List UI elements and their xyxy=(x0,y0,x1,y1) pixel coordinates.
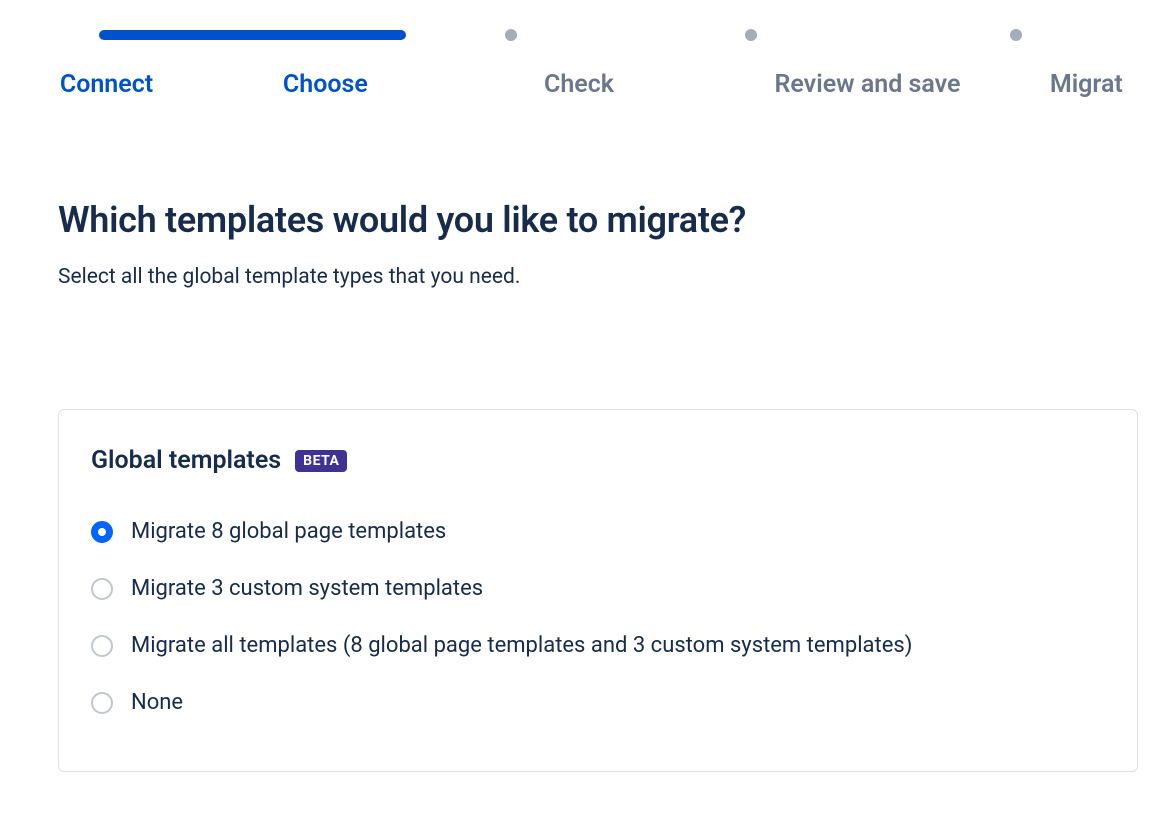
radio-icon xyxy=(91,692,113,714)
global-templates-card: Global templates BETA Migrate 8 global p… xyxy=(58,409,1138,772)
step-label-choose[interactable]: Choose xyxy=(201,70,450,99)
option-label: Migrate 3 custom system templates xyxy=(131,576,483,601)
step-dot-check xyxy=(505,29,517,41)
radio-icon xyxy=(91,521,113,543)
step-label-migrate[interactable]: Migrat xyxy=(1027,70,1146,99)
step-label-review[interactable]: Review and save xyxy=(708,70,1026,99)
radio-icon xyxy=(91,635,113,657)
progress-bar-active xyxy=(99,30,406,40)
page-subtitle: Select all the global template types tha… xyxy=(58,265,1080,289)
page-title: Which templates would you like to migrat… xyxy=(58,199,1080,241)
option-none[interactable]: None xyxy=(91,674,1105,731)
option-global-page-templates[interactable]: Migrate 8 global page templates xyxy=(91,503,1105,560)
step-dot-review xyxy=(745,29,757,41)
template-options-group: Migrate 8 global page templates Migrate … xyxy=(91,503,1105,731)
option-all-templates[interactable]: Migrate all templates (8 global page tem… xyxy=(91,617,1105,674)
option-label: None xyxy=(131,690,183,715)
beta-badge: BETA xyxy=(295,450,347,472)
option-label: Migrate 8 global page templates xyxy=(131,519,446,544)
card-title: Global templates xyxy=(91,446,281,475)
option-label: Migrate all templates (8 global page tem… xyxy=(131,633,912,658)
step-dot-migrate xyxy=(1010,29,1022,41)
option-custom-system-templates[interactable]: Migrate 3 custom system templates xyxy=(91,560,1105,617)
main-content: Which templates would you like to migrat… xyxy=(0,99,1080,772)
progress-stepper: Connect Choose Check Review and save Mig… xyxy=(0,0,1158,99)
step-label-connect[interactable]: Connect xyxy=(12,70,201,99)
step-label-check[interactable]: Check xyxy=(450,70,709,99)
radio-icon xyxy=(91,578,113,600)
